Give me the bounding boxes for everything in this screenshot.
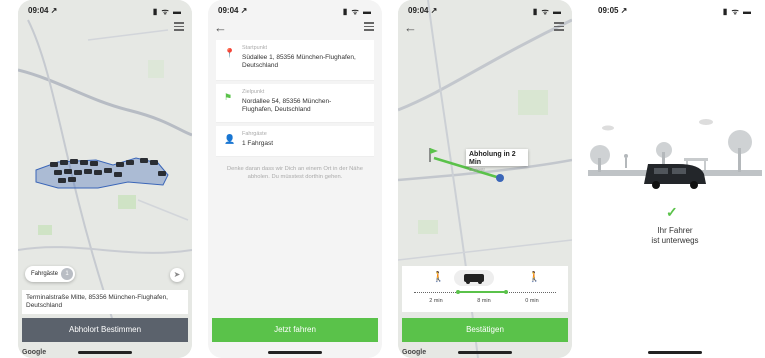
ride-time: 8 min <box>477 298 491 304</box>
passenger-selector[interactable]: Fahrgäste 1 <box>25 266 75 282</box>
screen-driver-on-way: 09:05 ↗ ▮ ᯤ ▬ ✓ Ihr Fahrer ist unterwegs <box>588 0 762 358</box>
callout-subtitle: Liegestr <box>469 167 486 172</box>
status-icons: ▮ ᯤ ▬ <box>152 7 182 16</box>
start-label: Startpunkt <box>242 45 268 51</box>
confirm-button[interactable]: Bestätigen <box>402 318 568 342</box>
ride-line <box>458 291 506 293</box>
walk-line <box>506 292 556 293</box>
status-bar: 09:04 ↗ ▮ ᯤ ▬ <box>398 0 572 20</box>
destination-label: Zielpunkt <box>242 89 265 95</box>
menu-icon[interactable] <box>364 22 374 31</box>
route-dot <box>456 290 460 294</box>
route-dot <box>504 290 508 294</box>
back-arrow-icon[interactable]: ← <box>404 20 417 35</box>
pickup-hint: Denke daran dass wir Dich an einem Ort i… <box>227 166 363 180</box>
back-arrow-icon[interactable]: ← <box>214 20 227 35</box>
walk-icon: 🚶 <box>528 272 541 283</box>
walk-time: 0 min <box>525 298 539 304</box>
walk-icon: 🚶 <box>432 272 445 283</box>
start-card[interactable]: 📍 Startpunkt Südallee 1, 85356 München-F… <box>216 40 374 81</box>
status-line-2: ist unterwegs <box>651 236 699 245</box>
status-bar: 09:04 ↗ ▮ ᯤ ▬ <box>208 0 382 20</box>
walk-time: 2 min <box>429 298 443 304</box>
status-time: 09:04 ↗ <box>218 6 248 15</box>
status-icons: ▮ ᯤ ▬ <box>532 7 562 16</box>
home-indicator <box>78 351 132 354</box>
route-breakdown: 🚶 🚶 2 min 8 min 0 min <box>402 266 568 312</box>
callout-title: Abholung in 2 Min <box>469 151 516 166</box>
home-indicator <box>648 351 702 354</box>
checkmark-icon: ✓ <box>666 204 678 220</box>
locate-icon[interactable]: ➤ <box>170 268 184 282</box>
home-indicator <box>268 351 322 354</box>
start-value: Südallee 1, 85356 München-Flughafen, Deu… <box>242 54 356 69</box>
status-line-1: Ihr Fahrer <box>657 226 693 235</box>
destination-card[interactable]: ⚑ Zielpunkt Nordallee 54, 85356 München-… <box>216 84 374 123</box>
status-icons: ▮ ᯤ ▬ <box>342 7 372 16</box>
menu-icon[interactable] <box>174 22 184 31</box>
screen-route-confirm: 09:04 ↗ ▮ ᯤ ▬ ← Abholung in 2 Min Lieges… <box>398 0 572 358</box>
driver-status: Ihr Fahrer ist unterwegs <box>588 226 762 246</box>
status-time: 09:04 ↗ <box>408 6 438 15</box>
flag-icon: ⚑ <box>224 92 233 102</box>
screen-trip-summary: 09:04 ↗ ▮ ᯤ ▬ ← 📍 Startpunkt Südallee 1,… <box>208 0 382 358</box>
screen-pickup-map: 09:04 ↗ ▮ ᯤ ▬ Fahrgäste 1 ➤ Terminalstra… <box>18 0 192 358</box>
status-bar: 09:05 ↗ ▮ ᯤ ▬ <box>588 0 762 20</box>
google-logo: Google <box>402 349 427 356</box>
destination-value: Nordallee 54, 85356 München-Flughafen, D… <box>242 98 332 113</box>
passenger-label: Fahrgäste <box>31 271 59 277</box>
street-illustration <box>588 119 762 189</box>
status-icons: ▮ ᯤ ▬ <box>722 7 752 16</box>
set-pickup-button[interactable]: Abholort Bestimmen <box>22 318 188 342</box>
status-bar: 09:04 ↗ ▮ ᯤ ▬ <box>18 0 192 20</box>
menu-icon[interactable] <box>554 22 564 31</box>
person-icon: 👤 <box>224 134 236 144</box>
google-logo: Google <box>22 349 47 356</box>
passenger-label: Fahrgäste <box>242 131 267 137</box>
van-icon <box>454 270 494 286</box>
status-time: 09:04 ↗ <box>28 6 58 15</box>
passenger-count: 1 <box>61 268 73 280</box>
location-pin-icon: 📍 <box>224 48 236 58</box>
passenger-card[interactable]: 👤 Fahrgäste 1 Fahrgast <box>216 126 374 157</box>
status-time: 09:05 ↗ <box>598 6 628 15</box>
walk-line <box>414 292 458 293</box>
pickup-callout: Abholung in 2 Min Liegestr <box>466 149 528 172</box>
pickup-address[interactable]: Terminalstraße Mitte, 85356 München-Flug… <box>22 290 188 314</box>
home-indicator <box>458 351 512 354</box>
passenger-value: 1 Fahrgast <box>242 140 274 147</box>
ride-now-button[interactable]: Jetzt fahren <box>212 318 378 342</box>
